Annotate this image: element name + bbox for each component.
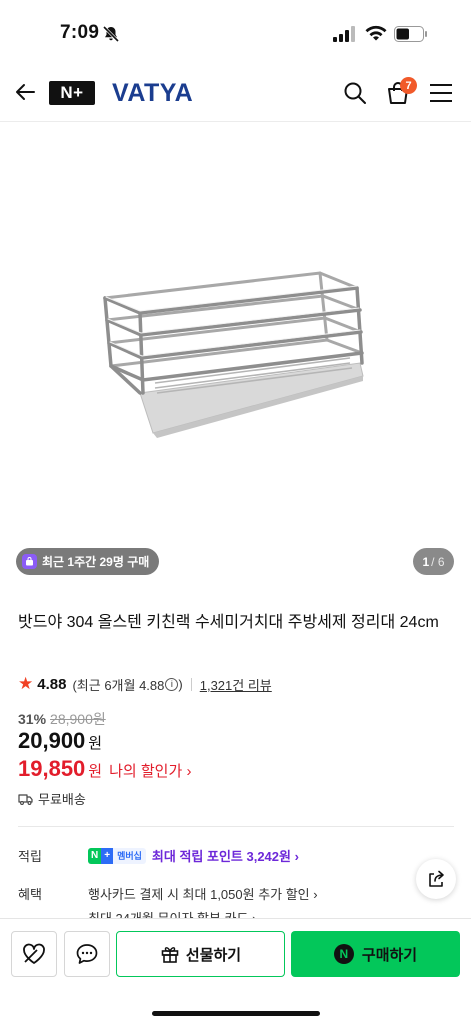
rating-recent-close: ) xyxy=(178,676,183,692)
purchase-bag-icon xyxy=(22,554,37,569)
home-indicator xyxy=(152,1011,320,1016)
chat-bubble-icon xyxy=(76,944,98,964)
max-points-link[interactable]: 최대 적립 포인트 3,242원 › xyxy=(152,846,299,865)
membership-badge-plus: + xyxy=(101,847,114,864)
image-page-indicator: 1 / 6 xyxy=(413,548,454,575)
divider xyxy=(190,677,192,691)
gift-button[interactable]: 선물하기 xyxy=(116,931,285,977)
gift-button-label: 선물하기 xyxy=(185,946,242,964)
points-label: 적립 xyxy=(18,849,42,864)
rating-score: 4.88 xyxy=(37,675,67,693)
my-discount-price-row[interactable]: 19,850 원 나의 할인가 › xyxy=(18,756,191,782)
cart-count-badge: 7 xyxy=(400,77,417,94)
sale-price: 20,900 xyxy=(18,728,86,753)
membership-badge-label: 멤버십 xyxy=(117,851,142,861)
buy-button-label: 구매하기 xyxy=(361,946,418,964)
share-icon xyxy=(429,870,444,887)
product-photo xyxy=(103,271,364,438)
shipping-text: 무료배송 xyxy=(38,792,86,807)
rating-recent: (최근 6개월 4.88 xyxy=(72,677,165,693)
naver-pay-icon: N xyxy=(333,944,354,964)
battery-icon xyxy=(394,26,427,42)
cellular-signal-icon xyxy=(333,26,355,42)
app-header: N+ VATYA 7 xyxy=(0,62,471,122)
benefit-label: 혜택 xyxy=(18,887,42,902)
naver-plus-logo[interactable]: N+ xyxy=(49,81,95,105)
original-price: 28,900원 xyxy=(50,711,106,727)
star-icon: ★ xyxy=(18,674,34,693)
bottom-action-bar: 선물하기 N 구매하기 xyxy=(0,918,471,1024)
membership-badge: N + 멤버십 xyxy=(88,847,146,864)
card-discount-link[interactable]: 행사카드 결제 시 최대 1,050원 추가 할인 › xyxy=(88,884,318,903)
wishlist-button[interactable] xyxy=(11,931,57,977)
talk-button[interactable] xyxy=(64,931,110,977)
discount-row: 31% 28,900원 xyxy=(18,709,106,729)
wifi-icon xyxy=(365,25,387,41)
back-arrow-icon[interactable] xyxy=(14,80,38,104)
status-bar: 7:09 xyxy=(0,0,471,62)
review-count-link[interactable]: 1,321건 리뷰 xyxy=(200,675,272,694)
bell-muted-icon xyxy=(102,25,120,43)
product-image-gallery[interactable] xyxy=(0,123,471,583)
rating-row: ★ 4.88 (최근 6개월 4.88 i ) 1,321건 리뷰 xyxy=(18,674,272,694)
recent-purchases-badge: 최근 1주간 29명 구매 xyxy=(16,548,160,575)
gift-icon xyxy=(161,947,179,963)
hamburger-menu-icon[interactable] xyxy=(429,82,453,104)
my-discount-price-unit: 원 xyxy=(88,763,103,780)
page-total: / 6 xyxy=(431,554,445,569)
sale-price-unit: 원 xyxy=(88,735,103,752)
info-icon[interactable]: i xyxy=(165,677,179,691)
page-current: 1 xyxy=(422,554,430,569)
search-icon[interactable] xyxy=(343,81,367,105)
discount-percent: 31% xyxy=(18,711,47,727)
status-time: 7:09 xyxy=(60,22,100,43)
my-discount-price: 19,850 xyxy=(18,756,86,781)
my-discount-label[interactable]: 나의 할인가 › xyxy=(109,760,191,781)
section-divider xyxy=(18,826,454,827)
heart-icon xyxy=(23,943,45,964)
price-row: 20,900 원 xyxy=(18,728,102,754)
delivery-truck-icon xyxy=(18,793,33,805)
share-button[interactable] xyxy=(416,859,456,899)
product-title: 밧드야 304 올스텐 키친랙 수세미거치대 주방세제 정리대 24cm xyxy=(18,614,439,631)
store-name[interactable]: VATYA xyxy=(112,79,193,108)
points-row[interactable]: 적립 N + 멤버십 최대 적립 포인트 3,242원 › xyxy=(18,846,299,865)
buy-button[interactable]: N 구매하기 xyxy=(291,931,460,977)
recent-purchases-text: 최근 1주간 29명 구매 xyxy=(42,555,150,569)
shipping-info: 무료배송 xyxy=(18,789,86,808)
membership-badge-n: N xyxy=(88,847,102,864)
benefit-row[interactable]: 혜택 행사카드 결제 시 최대 1,050원 추가 할인 › xyxy=(18,884,318,903)
